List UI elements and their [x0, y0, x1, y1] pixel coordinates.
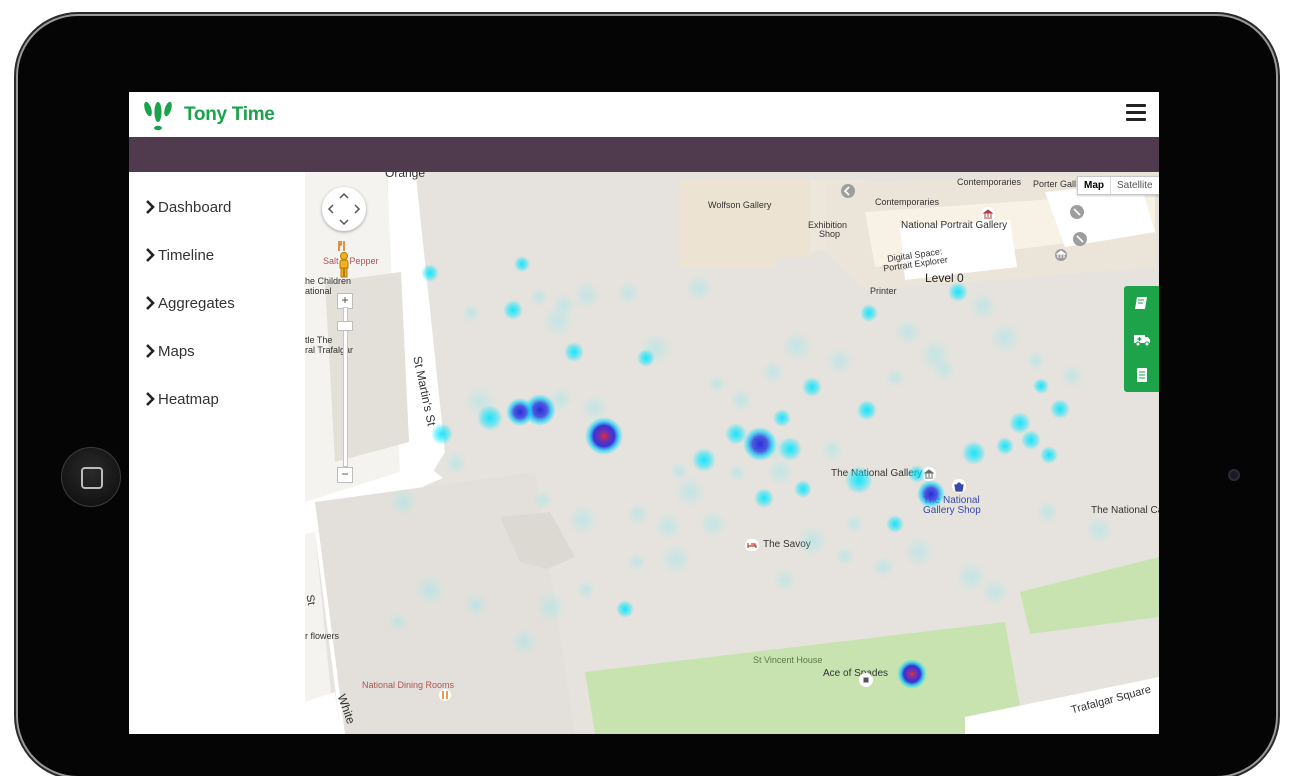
sidebar-item-heatmap[interactable]: Heatmap	[144, 386, 219, 412]
hotel-icon[interactable]	[745, 539, 759, 551]
map-label-printer: Printer	[870, 286, 897, 296]
sidebar-item-timeline[interactable]: Timeline	[144, 242, 214, 268]
pan-control-icon[interactable]	[322, 187, 366, 231]
sidebar-item-label: Aggregates	[158, 294, 235, 312]
zoom-slider-handle[interactable]	[337, 321, 353, 331]
top-navbar: Tony Time	[129, 92, 1159, 138]
map-label-porter-gallery: Porter Gall	[1033, 179, 1077, 189]
sidebar-item-label: Heatmap	[158, 390, 219, 408]
museum-icon[interactable]	[1069, 204, 1085, 220]
map-label-ace-of-spades: Ace of Spades	[823, 668, 889, 679]
map-label-the-savoy: The Savoy	[763, 539, 811, 550]
ambulance-icon[interactable]	[1133, 330, 1151, 348]
sidebar-item-label: Maps	[158, 342, 195, 360]
museum-icon[interactable]	[981, 207, 995, 221]
museum-icon[interactable]	[840, 183, 856, 199]
map-type-map-button[interactable]: Map	[1078, 177, 1110, 194]
app-screen: Tony Time Dashboard Timeline Aggregates …	[129, 92, 1159, 734]
map-label-little-the: tle The	[305, 335, 333, 345]
sidebar-item-label: Timeline	[158, 246, 215, 264]
map-label-st-vincent-house: St Vincent House	[753, 655, 823, 665]
map-label-national-cafe: The National Ca	[1091, 505, 1159, 516]
map-label-wolfson-gallery: Wolfson Gallery	[708, 200, 772, 210]
map-label-exhibition-shop: Shop	[819, 229, 841, 239]
museum-icon[interactable]	[1072, 231, 1088, 247]
restaurant-icon[interactable]	[337, 240, 347, 252]
map-label-children: ational	[305, 286, 332, 296]
home-button-icon	[81, 467, 103, 489]
heatmap-map[interactable]: Orange Wolfson Gallery Contemporaries Co…	[305, 172, 1159, 734]
header-bar	[129, 137, 1159, 172]
sidebar: Dashboard Timeline Aggregates Maps Heatm…	[129, 172, 306, 734]
map-label-flowers: r flowers	[305, 631, 340, 641]
map-type-control: Map Satellite	[1077, 176, 1159, 195]
chevron-right-icon	[146, 344, 155, 358]
chevron-right-icon	[146, 296, 155, 310]
hamburger-menu-icon[interactable]	[1126, 104, 1146, 121]
chevron-right-icon	[146, 200, 155, 214]
map-label-orange: Orange	[385, 172, 426, 180]
pegman-icon[interactable]	[336, 252, 352, 278]
chevron-right-icon	[146, 392, 155, 406]
zoom-slider-track[interactable]	[343, 307, 348, 467]
book-icon[interactable]	[1133, 294, 1151, 312]
museum-icon[interactable]	[922, 467, 936, 481]
map-label-level: Level 0	[925, 271, 964, 285]
camera-icon	[1228, 469, 1240, 481]
floating-action-panel	[1124, 286, 1159, 392]
sidebar-item-dashboard[interactable]: Dashboard	[144, 194, 231, 220]
home-button[interactable]	[61, 447, 121, 507]
app-title[interactable]: Tony Time	[184, 104, 275, 126]
sidebar-item-label: Dashboard	[158, 198, 232, 216]
chevron-right-icon	[146, 248, 155, 262]
map-label-national-gallery-shop: Gallery Shop	[923, 505, 981, 516]
museum-icon[interactable]	[1054, 248, 1068, 262]
sidebar-item-maps[interactable]: Maps	[144, 338, 195, 364]
restaurant-icon[interactable]	[439, 688, 451, 702]
list-icon[interactable]	[1133, 366, 1151, 384]
map-label-national-portrait-gallery: National Portrait Gallery	[901, 220, 1008, 231]
zoom-out-icon[interactable]: −	[337, 467, 353, 483]
map-type-satellite-button[interactable]: Satellite	[1110, 177, 1159, 194]
map-base-layer	[305, 172, 1159, 734]
map-label-contemporaries: Contemporaries	[875, 197, 940, 207]
bar-icon[interactable]	[859, 673, 873, 687]
shop-icon[interactable]	[952, 479, 966, 493]
map-label-street: St	[305, 593, 318, 607]
map-label-contemporaries: Contemporaries	[957, 177, 1022, 187]
tony-time-logo-icon	[144, 101, 172, 131]
map-label-national-gallery: The National Gallery	[831, 468, 923, 479]
sidebar-item-aggregates[interactable]: Aggregates	[144, 290, 235, 316]
